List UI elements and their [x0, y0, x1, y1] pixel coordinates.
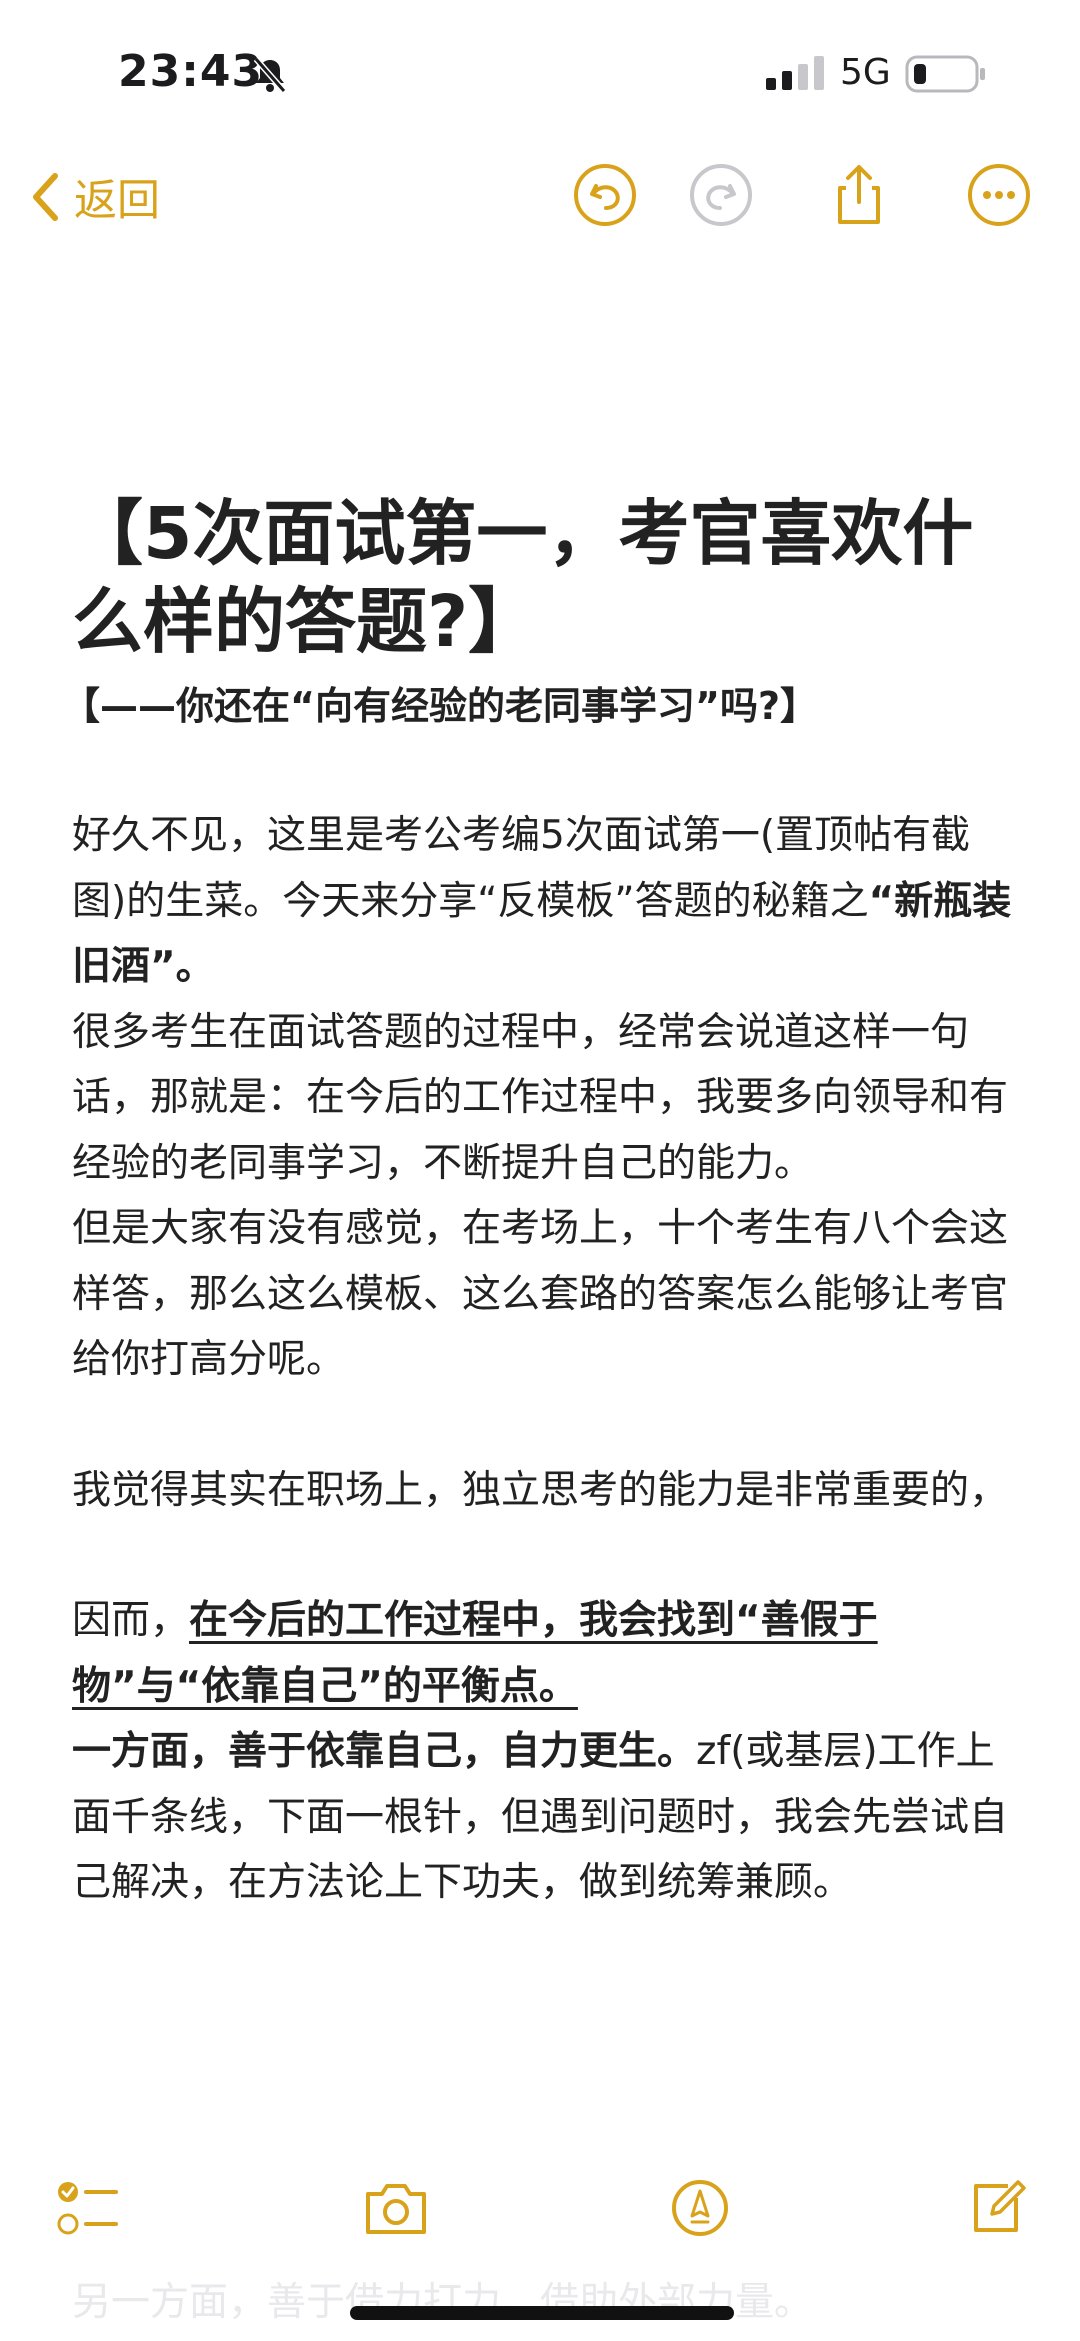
paragraph-opinion: 我觉得其实在职场上，独立思考的能力是非常重要的，: [72, 1467, 1009, 1513]
signal-icon: [766, 56, 824, 90]
note-subtitle: 【——你还在“向有经验的老同事学习”吗?】: [62, 684, 818, 728]
status-time: 23:43: [118, 46, 264, 97]
network-label: 5G: [840, 52, 891, 93]
paragraph-question: 但是大家有没有感觉，在考场上，十个考生有八个会这样答，那么这么模板、这么套路的答…: [72, 1206, 1009, 1382]
paragraph-intro: 好久不见，这里是考公考编5次面试第一(置顶帖有截图)的生菜。今天来分享“反模板”…: [72, 803, 1022, 1000]
redo-icon[interactable]: [688, 162, 754, 228]
note-title: 【5次面试第一，考官喜欢什么样的答题?】: [72, 492, 974, 663]
note-body[interactable]: 【5次面试第一，考官喜欢什么样的答题?】 【——你还在“向有经验的老同事学习”吗…: [62, 490, 1022, 1916]
thesis-underlined-text: 在今后的工作过程中，我会找到“善假于物”与“依靠自己”的平衡点。: [72, 1598, 878, 1709]
more-icon[interactable]: [966, 162, 1032, 228]
share-icon[interactable]: [826, 162, 892, 228]
status-bar: 23:43 5G: [0, 0, 1080, 150]
battery-icon: [905, 55, 985, 93]
checklist-icon[interactable]: [56, 2178, 120, 2242]
undo-icon[interactable]: [572, 162, 638, 228]
thesis-prefix: 因而，: [72, 1598, 190, 1643]
point-one-heading: 一方面，善于依靠自己，自力更生。: [72, 1729, 697, 1774]
bottom-toolbar: [0, 2160, 1080, 2260]
camera-icon[interactable]: [362, 2178, 430, 2238]
compose-icon[interactable]: [968, 2178, 1028, 2238]
back-label: 返回: [74, 176, 160, 226]
bell-slash-icon: [253, 57, 287, 93]
home-indicator: [350, 2306, 734, 2320]
back-button[interactable]: 返回: [30, 162, 160, 232]
paragraph-thesis: 因而，在今后的工作过程中，我会找到“善假于物”与“依靠自己”的平衡点。: [72, 1588, 1022, 1719]
chevron-left-icon: [33, 173, 58, 221]
intro-text: 好久不见，这里是考公考编5次面试第一(置顶帖有截图)的生菜。今天来分享“反模板”…: [72, 813, 971, 924]
paragraph-point-one: 一方面，善于依靠自己，自力更生。zf(或基层)工作上面千条线，下面一根针，但遇到…: [72, 1719, 1022, 1916]
markup-icon[interactable]: [670, 2178, 730, 2238]
nav-bar: 返回: [0, 150, 1080, 270]
paragraph-template-answer: 很多考生在面试答题的过程中，经常会说道这样一句话，那就是：在今后的工作过程中，我…: [72, 1009, 1009, 1186]
